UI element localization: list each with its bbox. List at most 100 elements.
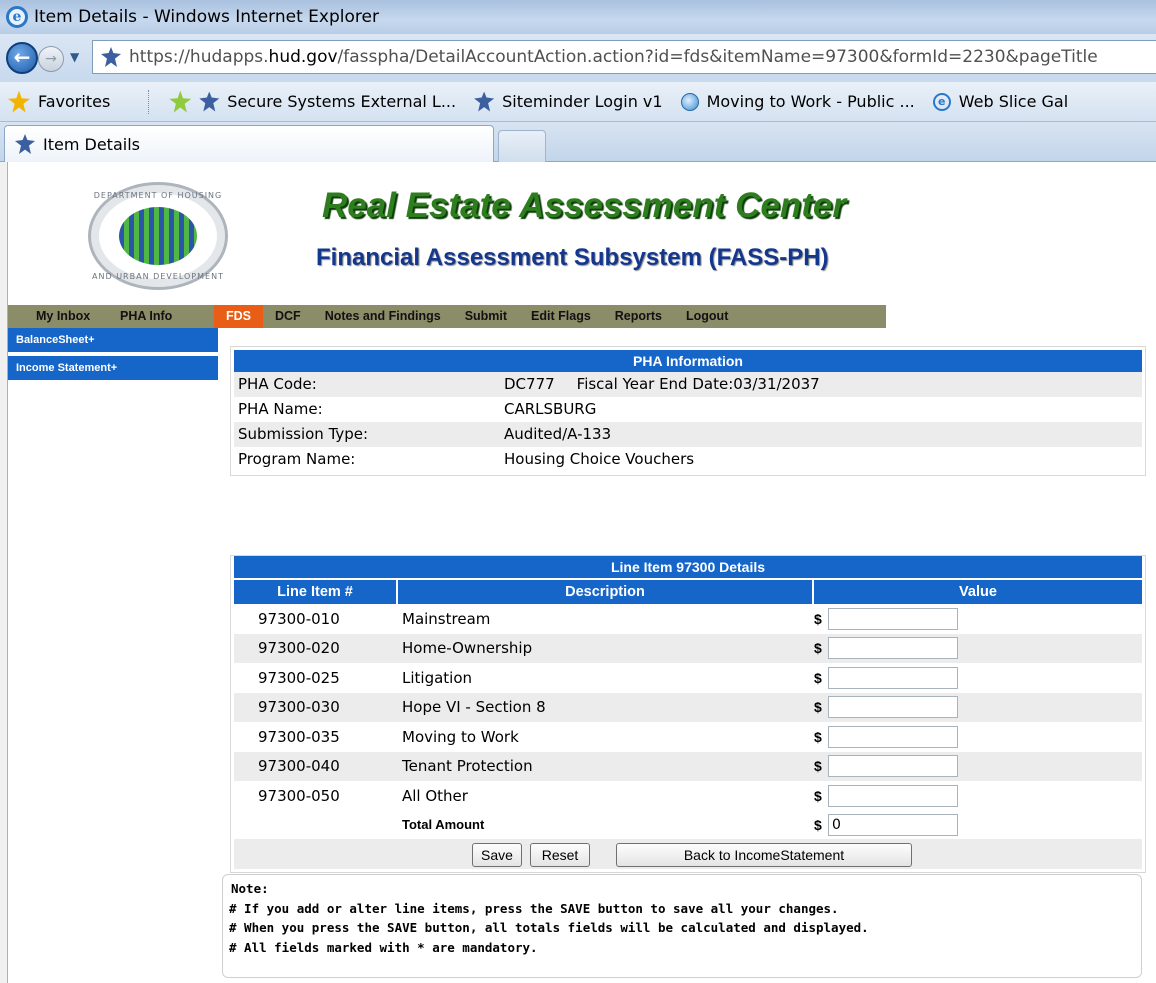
- line-item-value-input[interactable]: [828, 784, 958, 807]
- line-item-value-cell: $: [814, 784, 1142, 807]
- table-row: 97300-025 Litigation $: [234, 663, 1142, 693]
- table-row: 97300-020 Home-Ownership $: [234, 633, 1142, 663]
- pha-code-value-cell: DC777 Fiscal Year End Date:03/31/2037: [504, 372, 1142, 397]
- menu-notes-and-findings[interactable]: Notes and Findings: [313, 305, 453, 328]
- hud-seal-logo: DEPARTMENT OF HOUSING AND URBAN DEVELOPM…: [88, 182, 228, 290]
- menu-pha-info[interactable]: PHA Info: [106, 305, 214, 328]
- currency-symbol: $: [814, 699, 822, 716]
- reset-button[interactable]: Reset: [530, 842, 590, 867]
- favorite-link-label: Secure Systems External L...: [227, 92, 457, 111]
- column-header-value: Value: [814, 580, 1142, 604]
- column-headers: Line Item # Description Value: [234, 580, 1142, 604]
- pha-row-code: PHA Code: DC777 Fiscal Year End Date:03/3…: [234, 372, 1142, 397]
- favorites-star-icon: [8, 90, 30, 113]
- history-dropdown-icon[interactable]: ▼: [70, 50, 79, 64]
- favorites-button[interactable]: Favorites: [0, 90, 110, 113]
- line-item-value-input[interactable]: [828, 637, 958, 660]
- pha-code-label: PHA Code:: [238, 375, 317, 393]
- line-item-value-input[interactable]: [828, 696, 958, 719]
- favorite-link-siteminder[interactable]: Siteminder Login v1: [474, 91, 663, 112]
- menu-submit[interactable]: Submit: [453, 305, 519, 328]
- line-item-value-cell: $: [814, 755, 1142, 778]
- window-title: Item Details - Windows Internet Explorer: [34, 7, 379, 27]
- line-item-description: Tenant Protection: [402, 757, 533, 776]
- currency-symbol: $: [814, 610, 822, 627]
- tab-label: Item Details: [43, 134, 140, 154]
- menu-logout[interactable]: Logout: [674, 305, 740, 328]
- note-line: # All fields marked with * are mandatory…: [229, 939, 538, 955]
- seal-top-text: DEPARTMENT OF HOUSING: [93, 191, 223, 200]
- main-menu: My Inbox PHA Info FDS DCF Notes and Find…: [8, 305, 886, 328]
- table-row: 97300-035 Moving to Work $: [234, 722, 1142, 752]
- favorite-link-web-slice-gallery[interactable]: e Web Slice Gal: [932, 92, 1069, 111]
- sidebar-item-income-statement[interactable]: Income Statement+: [8, 356, 218, 380]
- address-bar-area: ← → ▼ https://hudapps. hud.gov/fasspha/De…: [0, 34, 1156, 82]
- tab-item-details[interactable]: Item Details: [4, 125, 494, 162]
- currency-symbol: $: [814, 816, 822, 833]
- total-amount-input[interactable]: [828, 813, 958, 836]
- add-to-favorites-icon[interactable]: [169, 90, 192, 113]
- site-favicon-icon: [101, 47, 121, 67]
- url-domain: hud.gov: [268, 47, 338, 67]
- line-item-value-cell: $: [814, 696, 1142, 719]
- menu-edit-flags[interactable]: Edit Flags: [519, 305, 603, 328]
- globe-icon: [680, 92, 699, 111]
- table-row: 97300-040 Tenant Protection $: [234, 751, 1142, 781]
- column-header-line-item: Line Item #: [234, 580, 396, 604]
- pha-row-submission-type: Submission Type: Audited/A-133: [234, 422, 1142, 447]
- favorite-link-label: Moving to Work - Public ...: [706, 92, 915, 111]
- line-item-details-table: Line Item 97300 Details Line Item # Desc…: [230, 555, 1146, 873]
- menu-dcf[interactable]: DCF: [263, 305, 313, 328]
- line-item-description: Moving to Work: [402, 727, 519, 746]
- note-line: # When you press the SAVE button, all to…: [229, 920, 869, 935]
- line-item-value-input[interactable]: [828, 666, 958, 689]
- line-item-value-input[interactable]: [828, 607, 958, 630]
- url-prefix: https://hudapps.: [129, 47, 269, 67]
- line-item-value-cell: $: [814, 666, 1142, 689]
- sidebar-item-balancesheet[interactable]: BalanceSheet+: [8, 328, 218, 352]
- back-button[interactable]: ←: [6, 42, 38, 74]
- site-favicon-icon: [199, 91, 220, 112]
- url-input[interactable]: https://hudapps. hud.gov/fasspha/DetailAc…: [92, 40, 1156, 74]
- currency-symbol: $: [814, 640, 822, 657]
- line-item-code: 97300-050: [258, 786, 340, 805]
- page-title: Real Estate Assessment Center: [322, 186, 846, 225]
- pha-information-table: PHA Information PHA Code: DC777 Fiscal Ye…: [230, 346, 1146, 476]
- menu-my-inbox[interactable]: My Inbox: [8, 305, 106, 328]
- line-item-heading: Line Item 97300 Details: [234, 556, 1142, 578]
- line-item-description: Mainstream: [402, 609, 491, 628]
- page-subtitle: Financial Assessment Subsystem (FASS-PH): [316, 244, 829, 271]
- menu-reports[interactable]: Reports: [603, 305, 674, 328]
- note-line: # If you add or alter line items, press …: [229, 900, 839, 916]
- favorite-link-label: Siteminder Login v1: [502, 92, 663, 111]
- internet-explorer-icon: e: [932, 92, 951, 111]
- line-item-code: 97300-030: [258, 698, 340, 717]
- window-border: [0, 162, 8, 983]
- seal-bottom-text: AND URBAN DEVELOPMENT: [92, 272, 224, 281]
- window-titlebar: e Item Details - Windows Internet Explor…: [0, 0, 1156, 34]
- currency-symbol: $: [814, 728, 822, 745]
- site-favicon-icon: [474, 91, 495, 112]
- total-value-cell: $: [814, 813, 958, 836]
- site-favicon-icon: [15, 134, 35, 154]
- line-item-code: 97300-040: [258, 757, 340, 776]
- line-item-description: All Other: [402, 786, 468, 805]
- back-to-income-statement-button[interactable]: Back to IncomeStatement: [616, 842, 912, 867]
- pha-code-value: DC777: [504, 375, 555, 393]
- currency-symbol: $: [814, 787, 822, 804]
- total-amount-label: Total Amount: [402, 817, 485, 832]
- favorite-link-moving-to-work[interactable]: Moving to Work - Public ...: [680, 92, 915, 111]
- forward-button[interactable]: →: [38, 46, 64, 72]
- line-item-rows: 97300-010 Mainstream $97300-020 Home-Owners…: [234, 604, 1142, 811]
- action-button-row: Save Reset Back to IncomeStatement: [234, 838, 1142, 869]
- line-item-value-input[interactable]: [828, 725, 958, 748]
- line-item-value-input[interactable]: [828, 755, 958, 778]
- favorite-link-label: Web Slice Gal: [958, 92, 1069, 111]
- note-title: Note:: [231, 881, 269, 896]
- menu-fds[interactable]: FDS: [214, 305, 263, 328]
- pha-information-heading: PHA Information: [234, 350, 1142, 372]
- favorite-link-secure-systems[interactable]: Secure Systems External L...: [199, 91, 457, 112]
- save-button[interactable]: Save: [472, 842, 522, 867]
- new-tab-button[interactable]: [498, 130, 546, 162]
- toolbar-separator: [148, 89, 150, 114]
